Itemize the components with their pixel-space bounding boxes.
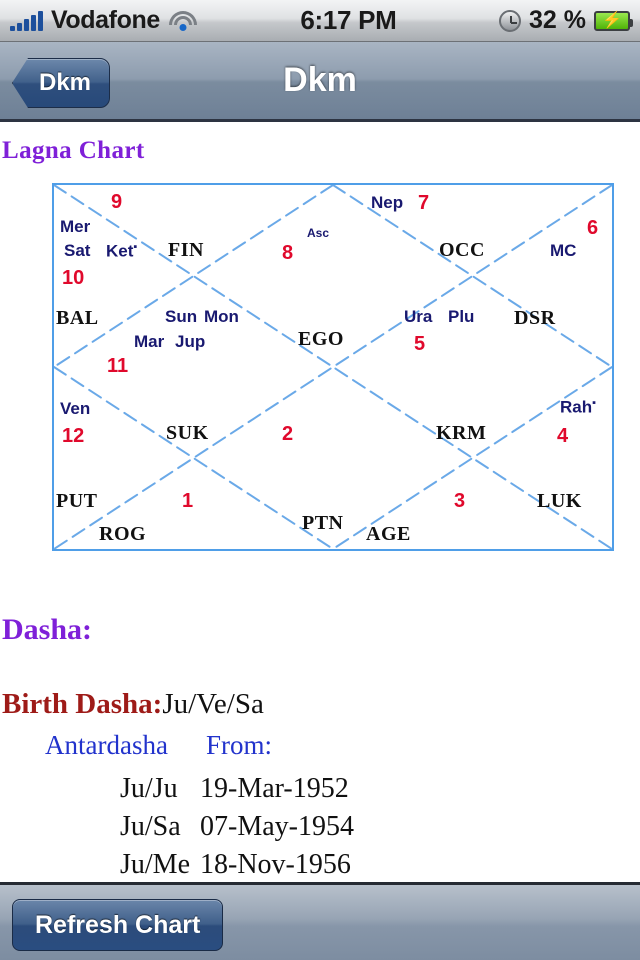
carrier-label: Vodafone [51, 6, 160, 34]
house-number-3: 3 [454, 490, 466, 512]
retrograde-mark-rah: ▪ [592, 397, 597, 409]
planet-ket: Ket▪ [106, 241, 138, 261]
house-name-luk: LUK [537, 490, 582, 512]
house-number-9: 9 [111, 191, 123, 213]
signal-bars-icon [10, 10, 43, 31]
ascendant-label: Asc [307, 226, 330, 240]
antardasha-name: Ju/Ju [120, 773, 178, 804]
house-number-5: 5 [414, 333, 426, 355]
planet-nep: Nep [371, 193, 404, 212]
antardasha-list: Ju/Ju 19-Mar-1952 Ju/Sa 07-May-1954 Ju/Me 1… [120, 773, 354, 887]
battery-charging-icon: ⚡ [594, 10, 633, 31]
house-name-krm: KRM [436, 422, 487, 444]
house-name-dsr: DSR [514, 307, 556, 329]
antardasha-name: Ju/Me [120, 849, 190, 880]
birth-dasha-line: Birth Dasha:Ju/Ve/Sa [2, 688, 264, 721]
antardasha-name: Ju/Sa [120, 811, 181, 842]
wifi-icon [168, 10, 198, 31]
status-bar-left: Vodafone [0, 6, 198, 35]
charging-bolt-icon: ⚡ [602, 11, 622, 29]
house-number-2: 2 [282, 423, 294, 445]
house-number-8: 8 [282, 242, 294, 264]
house-name-fin: FIN [168, 239, 204, 261]
alarm-clock-icon [499, 9, 522, 32]
house-name-ptn: PTN [302, 512, 344, 534]
column-header-from: From: [205, 730, 272, 760]
back-button[interactable]: Dkm [12, 58, 111, 108]
bottom-toolbar: Refresh Chart [0, 882, 640, 960]
planet-ura: Ura [404, 307, 433, 326]
status-time: 6:17 PM [300, 5, 397, 35]
house-number-4: 4 [557, 425, 569, 447]
birth-dasha-label: Birth Dasha: [2, 688, 163, 720]
house-number-6: 6 [587, 217, 599, 239]
navigation-bar: Dkm Dkm [0, 42, 640, 122]
house-name-rog: ROG [99, 523, 147, 545]
status-bar: Vodafone 6:17 PM 32 % ⚡ [0, 0, 640, 42]
planet-plu: Plu [448, 307, 475, 326]
house-number-10: 10 [62, 267, 85, 289]
status-bar-right: 32 % ⚡ [499, 6, 640, 35]
planet-sun: Sun [165, 307, 198, 326]
planet-sat: Sat [64, 241, 91, 260]
planet-mar: Mar [134, 332, 165, 351]
house-number-12: 12 [62, 425, 85, 447]
house-name-suk: SUK [166, 422, 209, 444]
antardasha-date: 19-Mar-1952 [200, 773, 349, 804]
antardasha-date: 07-May-1954 [200, 811, 354, 842]
house-number-7: 7 [418, 192, 430, 214]
status-bar-center: 6:17 PM [198, 5, 499, 36]
section-title-lagna-chart: Lagna Chart [2, 137, 145, 164]
planet-jup: Jup [175, 332, 206, 351]
house-name-put: PUT [56, 490, 98, 512]
house-number-11: 11 [107, 355, 129, 377]
list-item[interactable]: Ju/Ju 19-Mar-1952 [120, 773, 354, 811]
house-name-occ: OCC [439, 239, 485, 261]
chart-grid-lines [54, 185, 612, 549]
birth-dasha-value: Ju/Ve/Sa [162, 688, 264, 720]
retrograde-mark-ket: ▪ [133, 241, 138, 253]
house-name-age: AGE [366, 523, 411, 545]
content-area: Lagna Chart 9 Mer Sat Ket▪ 10 FIN Asc 8 … [0, 125, 640, 880]
battery-percent-label: 32 % [529, 6, 586, 34]
house-name-bal: BAL [56, 307, 99, 329]
antardasha-date: 18-Nov-1956 [200, 849, 351, 880]
column-header-antardasha: Antardasha [45, 730, 168, 760]
planet-mon: Mon [204, 307, 239, 326]
list-item[interactable]: Ju/Sa 07-May-1954 [120, 811, 354, 849]
dasha-heading: Dasha: [2, 613, 93, 646]
house-name-ego: EGO [298, 328, 344, 350]
planet-mer: Mer [60, 217, 91, 236]
refresh-chart-button[interactable]: Refresh Chart [12, 899, 224, 951]
app-screen: Vodafone 6:17 PM 32 % ⚡ Dkm Dkm Lagna Ch… [0, 0, 640, 960]
antardasha-column-headers: Antardasha From: [45, 730, 272, 761]
house-number-1: 1 [182, 490, 194, 512]
planet-rah: Rah▪ [560, 397, 597, 417]
planet-mc: MC [550, 241, 577, 260]
planet-ven: Ven [60, 399, 91, 418]
lagna-chart-diagram[interactable]: 9 Mer Sat Ket▪ 10 FIN Asc 8 Nep 7 OCC 6 … [52, 183, 614, 551]
